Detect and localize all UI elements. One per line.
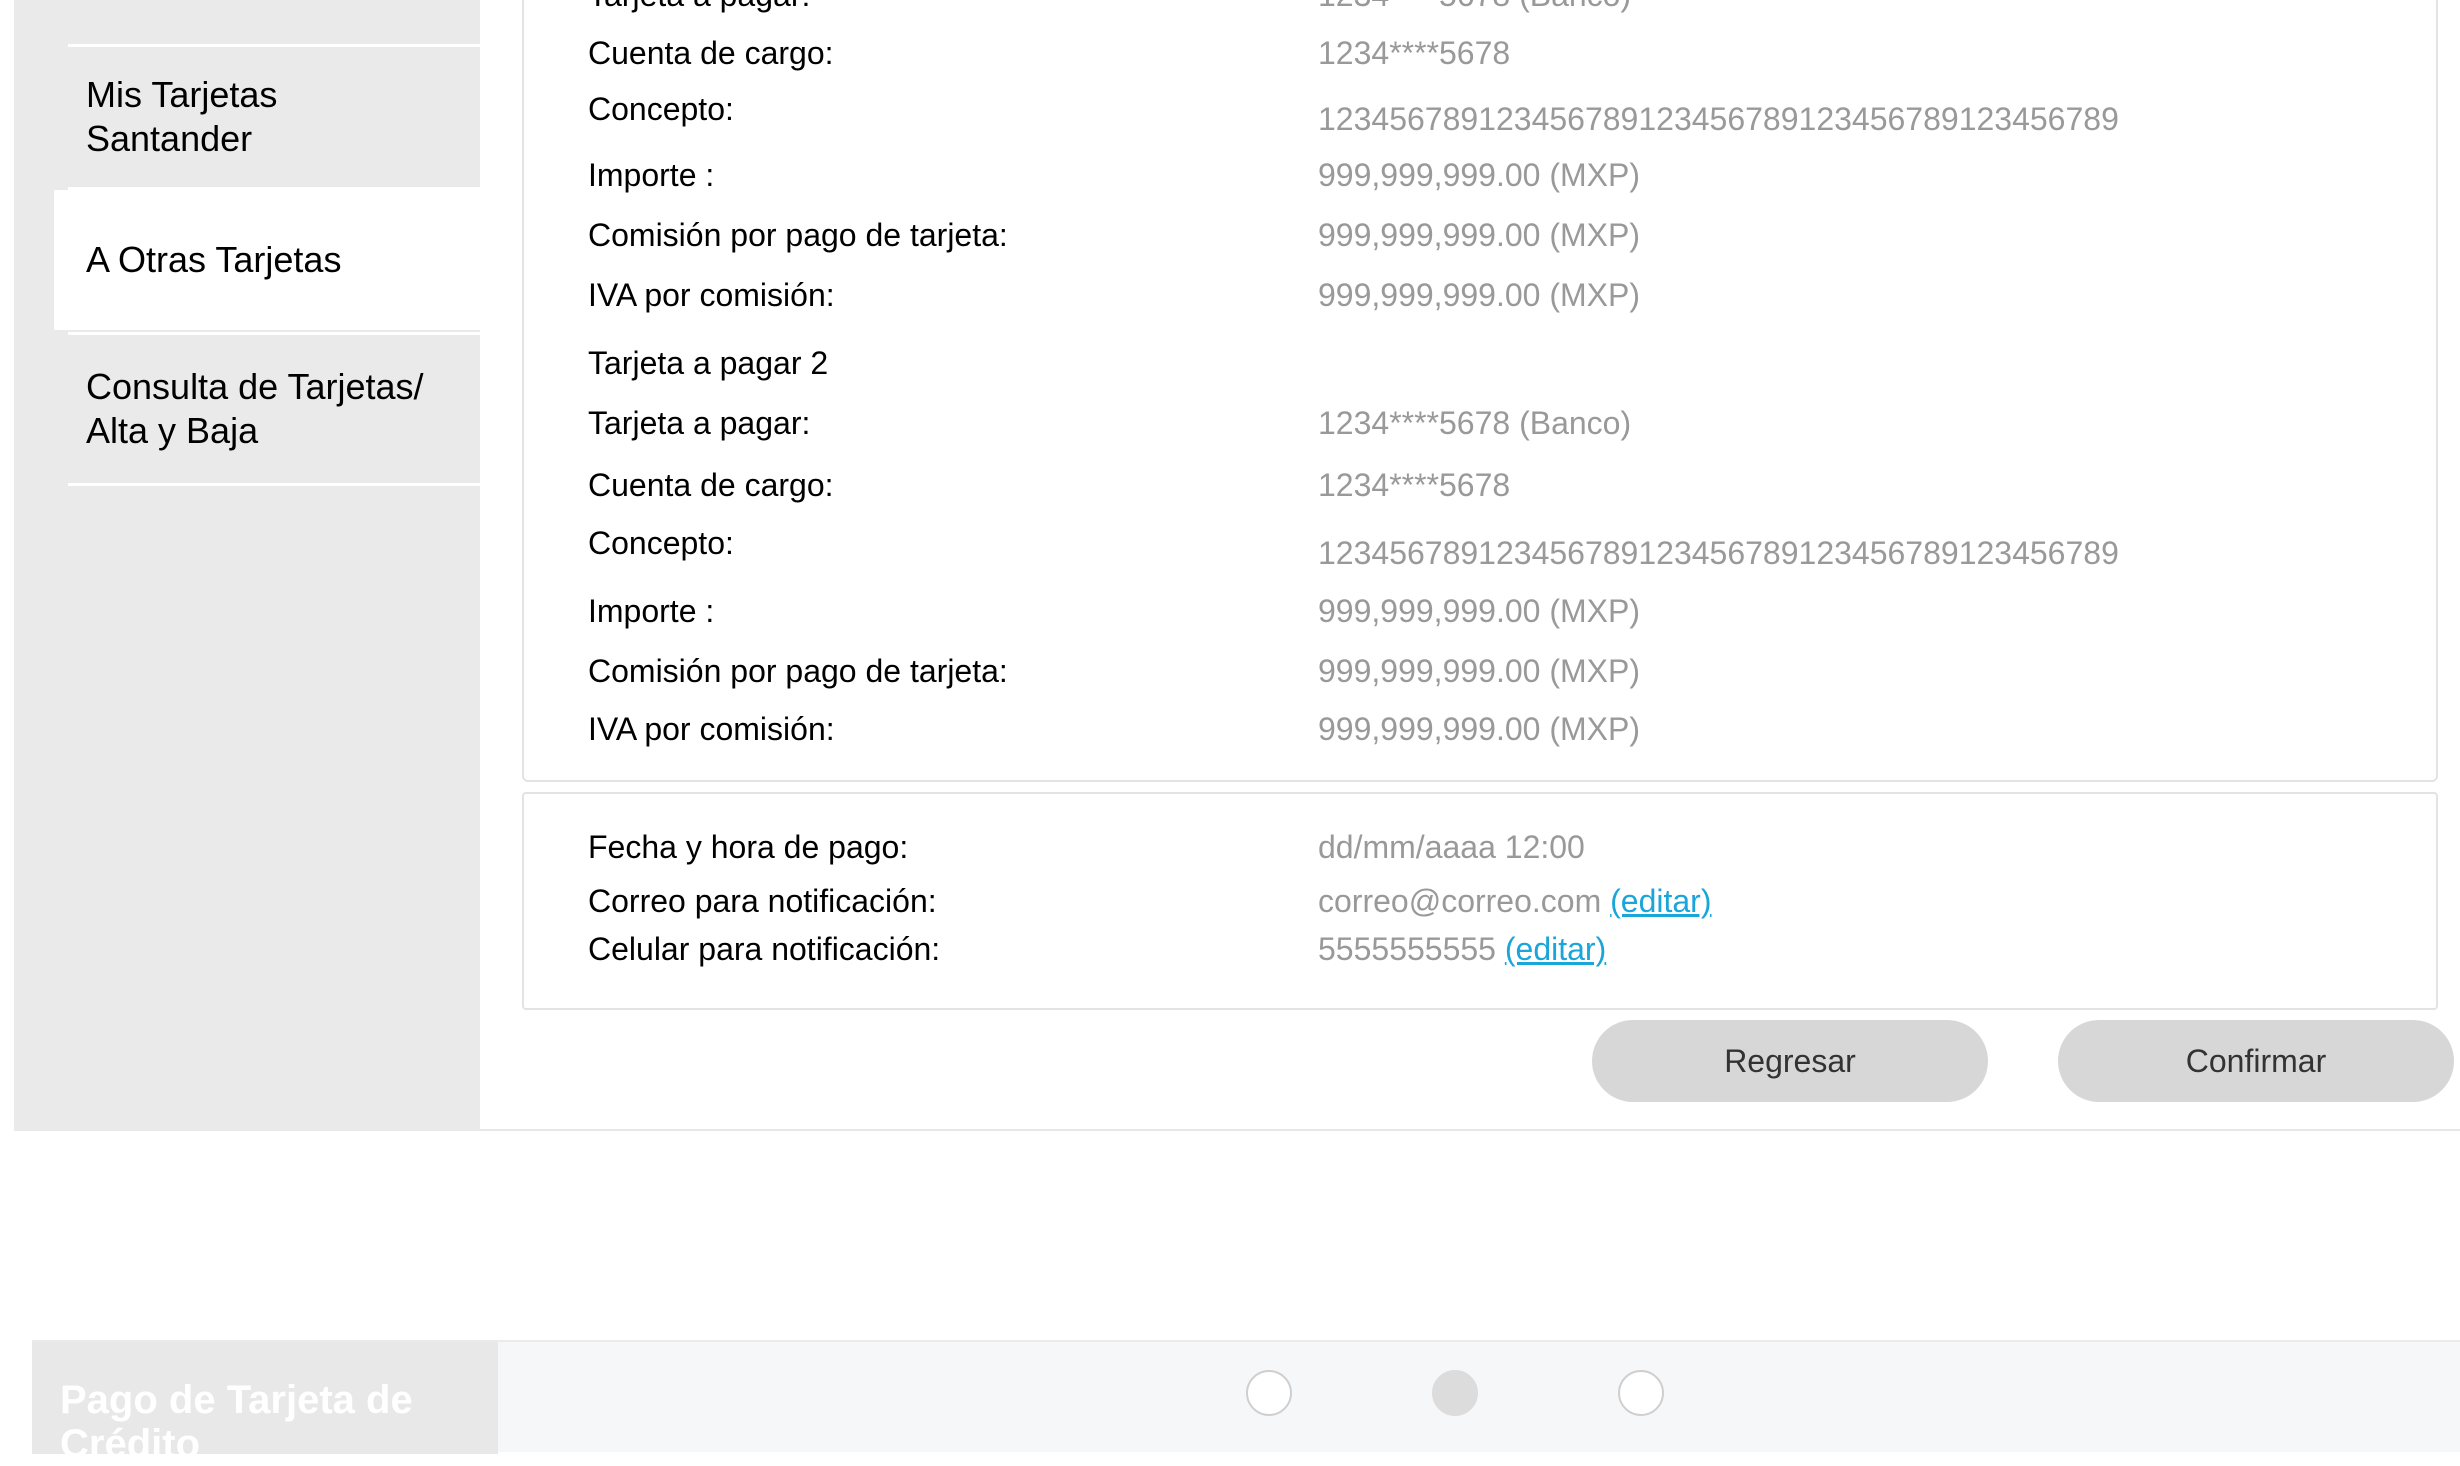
fecha-value: dd/mm/aaaa 12:00 [1318, 829, 1585, 865]
card1-comision-value: 999,999,999.00 (MXP) [1318, 217, 1640, 253]
sidebar: Mis Tarjetas Santander A Otras Tarjetas … [14, 0, 480, 1131]
next-screen-preview: Pago de Tarjeta de Crédito [32, 1340, 2460, 1466]
card1-iva-value: 999,999,999.00 (MXP) [1318, 277, 1640, 313]
lower-sidebar-title: Pago de Tarjeta de Crédito [32, 1342, 498, 1466]
card2-header: Tarjeta a pagar 2 [588, 345, 829, 381]
celular-row: Celular para notificación: 5555555555 (e… [588, 926, 2436, 972]
sidebar-item-label: Mis Tarjetas Santander [86, 74, 278, 159]
card2-concepto-label: Concepto: [588, 525, 734, 561]
card2-tarjeta-row: Tarjeta a pagar: 1234****5678 (Banco) [588, 400, 2436, 446]
card2-comision-value: 999,999,999.00 (MXP) [1318, 653, 1640, 689]
sidebar-item-otras-tarjetas[interactable]: A Otras Tarjetas [54, 190, 480, 330]
card1-tarjeta-label: Tarjeta a pagar: [588, 0, 810, 18]
card2-comision-label: Comisión por pago de tarjeta: [588, 653, 1008, 689]
card2-concepto-row: Concepto: 123456789123456789123456789123… [588, 520, 2436, 571]
fecha-label: Fecha y hora de pago: [588, 829, 909, 865]
card1-concepto-value: 1234567891234567891234567891234567891234… [1318, 101, 2119, 137]
sidebar-item-mis-tarjetas[interactable]: Mis Tarjetas Santander [68, 44, 480, 190]
card2-iva-row: IVA por comisión: 999,999,999.00 (MXP) [588, 706, 2436, 752]
step-indicator-1 [1246, 1370, 1292, 1416]
card1-comision-row: Comisión por pago de tarjeta: 999,999,99… [588, 212, 2436, 258]
back-button[interactable]: Regresar [1592, 1020, 1988, 1102]
payment-confirmation-panel: Mis Tarjetas Santander A Otras Tarjetas … [14, 0, 2460, 1131]
sidebar-item-label: A Otras Tarjetas [86, 239, 342, 280]
card1-importe-value: 999,999,999.00 (MXP) [1318, 157, 1640, 193]
cards-summary-box: Tarjeta a pagar: 1234****5678 (Banco) Cu… [522, 0, 2438, 782]
card1-cuenta-label: Cuenta de cargo: [588, 35, 834, 71]
card2-concepto-value: 1234567891234567891234567891234567891234… [1318, 535, 2119, 571]
card1-cuenta-value: 1234****5678 [1318, 35, 1511, 71]
card2-importe-row: Importe : 999,999,999.00 (MXP) [588, 588, 2436, 634]
card2-iva-value: 999,999,999.00 (MXP) [1318, 711, 1640, 747]
card2-tarjeta-label: Tarjeta a pagar: [588, 405, 811, 441]
card2-cuenta-row: Cuenta de cargo: 1234****5678 [588, 462, 2436, 508]
card1-concepto-label: Concepto: [588, 91, 734, 127]
card1-tarjeta-value: 1234****5678 (Banco) [1318, 0, 1631, 18]
celular-value: 5555555555 [1318, 931, 1496, 967]
sidebar-item-label: Consulta de Tarjetas/ Alta y Baja [86, 366, 424, 451]
payment-details-box: Fecha y hora de pago: dd/mm/aaaa 12:00 C… [522, 792, 2438, 1010]
card1-concepto-row: Concepto: 123456789123456789123456789123… [588, 86, 2436, 137]
card1-importe-label: Importe : [588, 157, 715, 193]
edit-celular-link[interactable]: (editar) [1505, 931, 1606, 967]
correo-label: Correo para notificación: [588, 883, 937, 919]
card1-cuenta-row: Cuenta de cargo: 1234****5678 [588, 30, 2436, 76]
edit-correo-link[interactable]: (editar) [1610, 883, 1711, 919]
sidebar-item-consulta-tarjetas[interactable]: Consulta de Tarjetas/ Alta y Baja [68, 332, 480, 486]
card1-importe-row: Importe : 999,999,999.00 (MXP) [588, 152, 2436, 198]
step-indicator-3 [1618, 1370, 1664, 1416]
celular-label: Celular para notificación: [588, 931, 941, 967]
correo-value: correo@correo.com [1318, 883, 1602, 919]
card1-comision-label: Comisión por pago de tarjeta: [588, 217, 1008, 253]
main-content: Tarjeta a pagar: 1234****5678 (Banco) Cu… [480, 0, 2460, 1131]
card2-iva-label: IVA por comisión: [588, 711, 835, 747]
card1-iva-row: IVA por comisión: 999,999,999.00 (MXP) [588, 272, 2436, 318]
confirm-button[interactable]: Confirmar [2058, 1020, 2454, 1102]
celular-value-group: 5555555555 (editar) [1318, 926, 1606, 972]
card2-importe-value: 999,999,999.00 (MXP) [1318, 593, 1640, 629]
step-indicator-2 [1432, 1370, 1478, 1416]
card2-cuenta-value: 1234****5678 [1318, 467, 1511, 503]
card2-cuenta-label: Cuenta de cargo: [588, 467, 834, 503]
fecha-row: Fecha y hora de pago: dd/mm/aaaa 12:00 [588, 824, 2436, 870]
card1-iva-label: IVA por comisión: [588, 277, 835, 313]
card2-header-row: Tarjeta a pagar 2 [588, 340, 2436, 386]
card1-tarjeta-row: Tarjeta a pagar: 1234****5678 (Banco) [588, 0, 2436, 18]
card2-tarjeta-value: 1234****5678 (Banco) [1318, 405, 1632, 441]
card2-comision-row: Comisión por pago de tarjeta: 999,999,99… [588, 648, 2436, 694]
card2-importe-label: Importe : [588, 593, 715, 629]
correo-row: Correo para notificación: correo@correo.… [588, 878, 2436, 924]
correo-value-group: correo@correo.com (editar) [1318, 878, 1711, 924]
